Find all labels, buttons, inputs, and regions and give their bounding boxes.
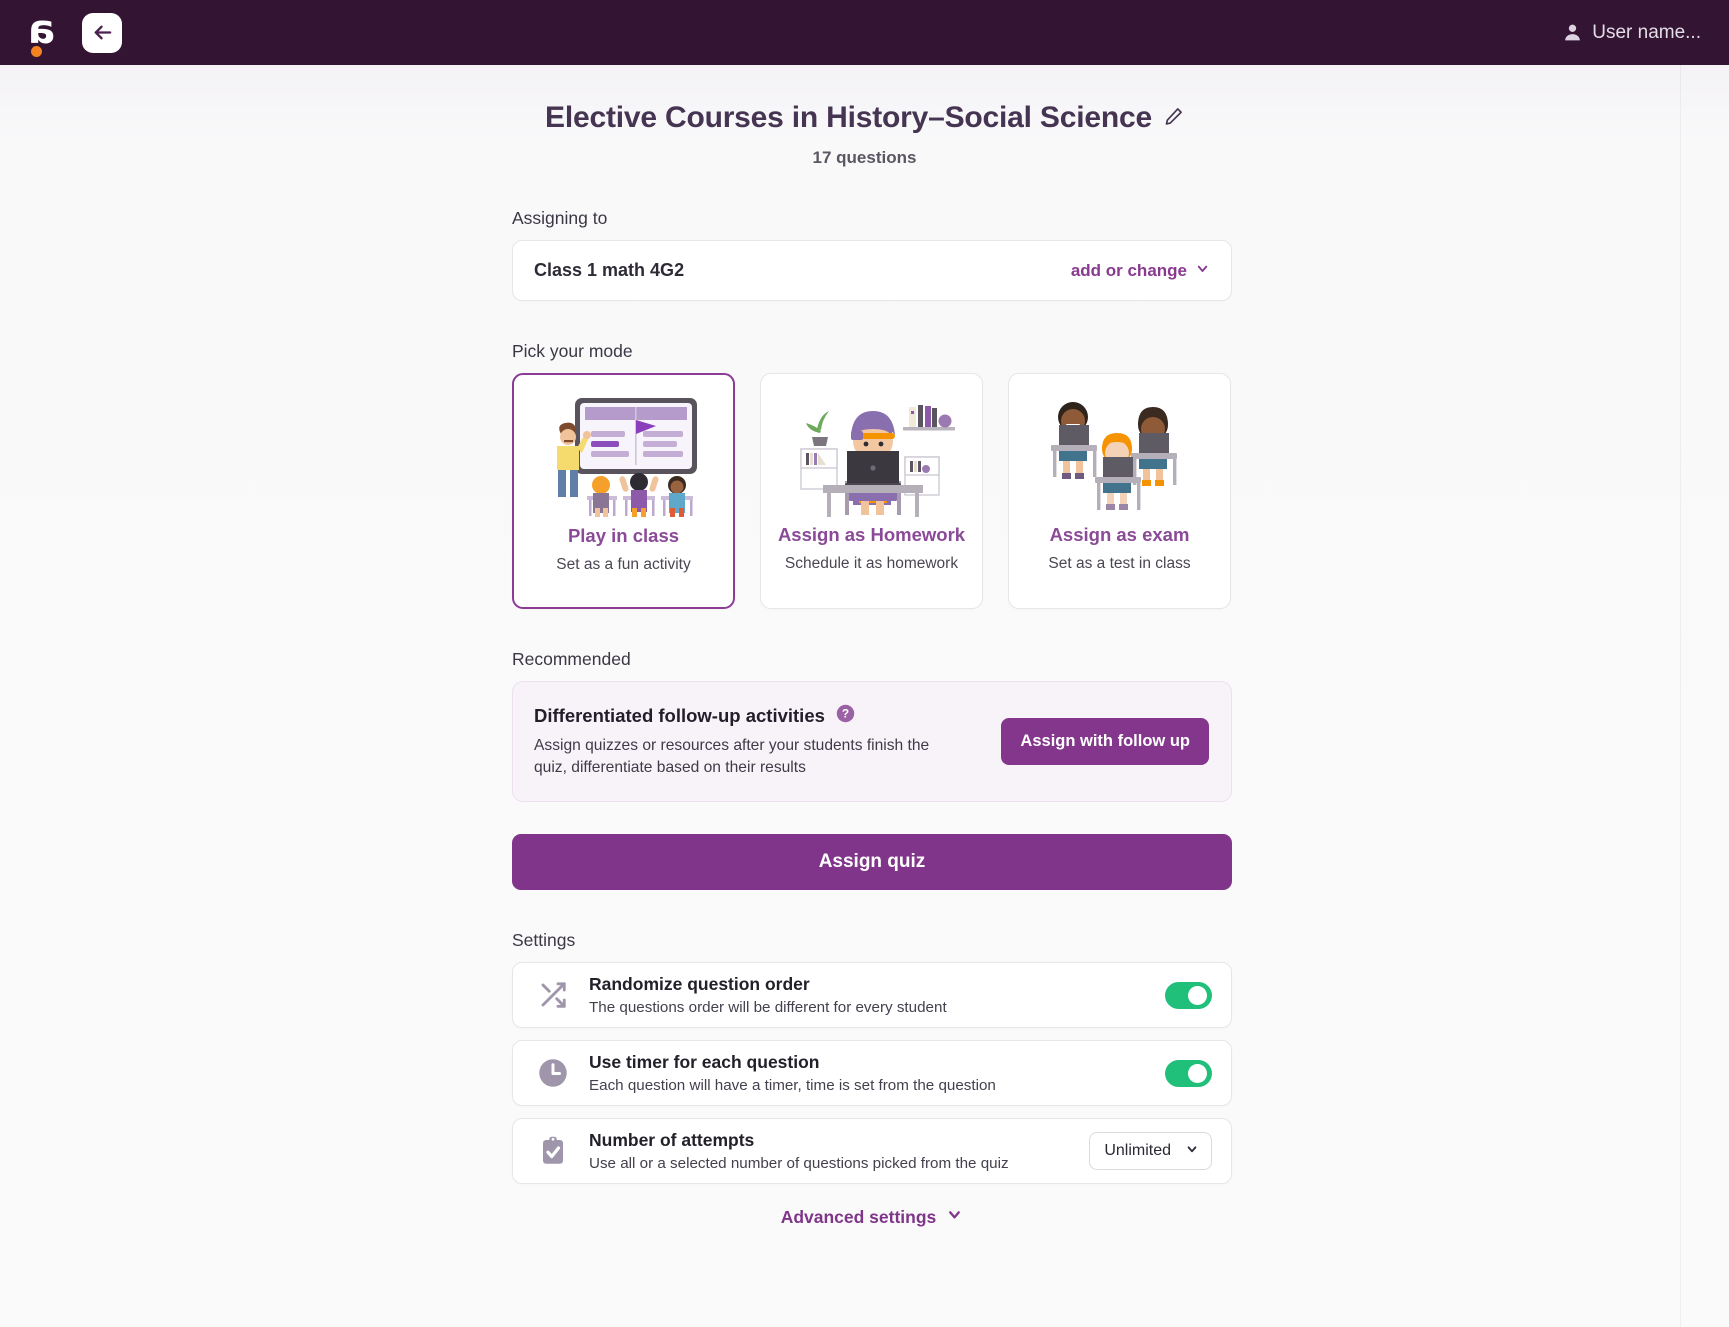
setting-row-randomize: Randomize question order The questions o… xyxy=(512,962,1232,1029)
mode-card-subtitle: Set as a fun activity xyxy=(556,556,691,573)
advanced-settings-toggle[interactable]: Advanced settings xyxy=(512,1206,1232,1228)
assign-with-follow-up-button[interactable]: Assign with follow up xyxy=(1001,718,1209,766)
recommended-title: Differentiated follow-up activities xyxy=(534,705,825,726)
mode-card-subtitle: Set as a test in class xyxy=(1048,555,1191,572)
randomize-toggle[interactable] xyxy=(1165,981,1212,1009)
mode-card-title: Assign as Homework xyxy=(777,524,966,545)
setting-description: The questions order will be different fo… xyxy=(589,999,947,1017)
shuffle-icon xyxy=(533,980,573,1010)
back-button[interactable] xyxy=(82,12,122,53)
assign-quiz-button[interactable]: Assign quiz xyxy=(512,834,1232,891)
setting-row-attempts: Number of attempts Use all or a selected… xyxy=(512,1118,1232,1185)
setting-row-timer: Use timer for each question Each questio… xyxy=(512,1040,1232,1107)
question-mark-circle-icon[interactable]: ? xyxy=(836,704,855,728)
setting-description: Use all or a selected number of question… xyxy=(589,1155,1009,1173)
main-content: Elective Courses in History–Social Scien… xyxy=(0,65,1729,1228)
setting-title: Randomize question order xyxy=(589,974,810,995)
mode-card-subtitle: Schedule it as homework xyxy=(784,555,959,572)
top-navigation-bar: a User name... xyxy=(0,0,1729,65)
question-count-label: 17 questions xyxy=(812,148,917,167)
play-in-class-illustration xyxy=(514,375,733,525)
chevron-down-icon xyxy=(1185,1142,1199,1161)
recommended-text-block: Differentiated follow-up activities ? As… xyxy=(534,704,985,779)
setting-text-block: Randomize question order The questions o… xyxy=(573,974,1165,1016)
svg-text:?: ? xyxy=(842,707,849,721)
recommended-description: Assign quizzes or resources after your s… xyxy=(534,737,930,777)
toggle-knob xyxy=(1188,1063,1207,1083)
logo-dot-icon xyxy=(31,45,42,57)
arrow-left-icon xyxy=(91,21,114,44)
page-title: Elective Courses in History–Social Scien… xyxy=(545,101,1152,134)
recommended-title-row: Differentiated follow-up activities ? xyxy=(534,704,985,728)
add-or-change-button[interactable]: add or change xyxy=(1071,261,1210,281)
recommended-label: Recommended xyxy=(512,649,631,669)
pencil-icon[interactable] xyxy=(1164,106,1184,131)
assign-as-exam-illustration xyxy=(1009,374,1230,524)
mode-card-title: Assign as exam xyxy=(1049,524,1190,545)
recommended-box: Differentiated follow-up activities ? As… xyxy=(512,681,1232,803)
assigning-to-label: Assigning to xyxy=(512,208,608,228)
clock-icon xyxy=(533,1058,573,1088)
setting-title: Use timer for each question xyxy=(589,1052,820,1073)
mode-card-play-in-class[interactable]: Play in class Set as a fun activity xyxy=(512,373,735,609)
setting-text-block: Use timer for each question Each questio… xyxy=(573,1052,1165,1094)
select-value: Unlimited xyxy=(1104,1142,1171,1160)
assigning-to-box[interactable]: Class 1 math 4G2 add or change xyxy=(512,240,1232,301)
mode-card-title: Play in class xyxy=(567,525,680,546)
app-page: a User name... Elective Courses in Histo… xyxy=(0,0,1729,1327)
mode-card-list: Play in class Set as a fun activity Assi… xyxy=(512,373,1232,609)
app-logo[interactable]: a xyxy=(18,6,64,58)
add-or-change-label: add or change xyxy=(1070,260,1187,280)
user-name-label: User name... xyxy=(1592,21,1701,43)
settings-label: Settings xyxy=(512,930,576,951)
mode-card-assign-as-exam[interactable]: Assign as exam Set as a test in class xyxy=(1008,373,1231,609)
setting-text-block: Number of attempts Use all or a selected… xyxy=(573,1130,1089,1172)
mode-card-assign-as-homework[interactable]: Assign as Homework Schedule it as homewo… xyxy=(760,373,983,609)
user-menu[interactable]: User name... xyxy=(1562,22,1701,44)
logo-a-icon: a xyxy=(27,6,55,53)
number-of-attempts-select[interactable]: Unlimited xyxy=(1089,1132,1212,1171)
setting-title: Number of attempts xyxy=(589,1130,755,1151)
settings-column: Assigning to Class 1 math 4G2 add or cha… xyxy=(512,208,1232,1228)
setting-description: Each question will have a timer, time is… xyxy=(589,1077,996,1095)
user-avatar-icon xyxy=(1562,22,1583,43)
timer-toggle[interactable] xyxy=(1165,1059,1212,1087)
assign-as-homework-illustration xyxy=(761,374,982,524)
advanced-settings-label: Advanced settings xyxy=(780,1206,937,1227)
toggle-knob xyxy=(1188,985,1207,1005)
quiz-title-row: Elective Courses in History–Social Scien… xyxy=(0,101,1729,135)
clipboard-check-icon xyxy=(533,1136,573,1166)
pick-your-mode-label: Pick your mode xyxy=(512,341,633,361)
chevron-down-icon xyxy=(946,1206,963,1228)
assigned-class-name: Class 1 math 4G2 xyxy=(534,260,685,280)
chevron-down-icon xyxy=(1195,261,1210,281)
